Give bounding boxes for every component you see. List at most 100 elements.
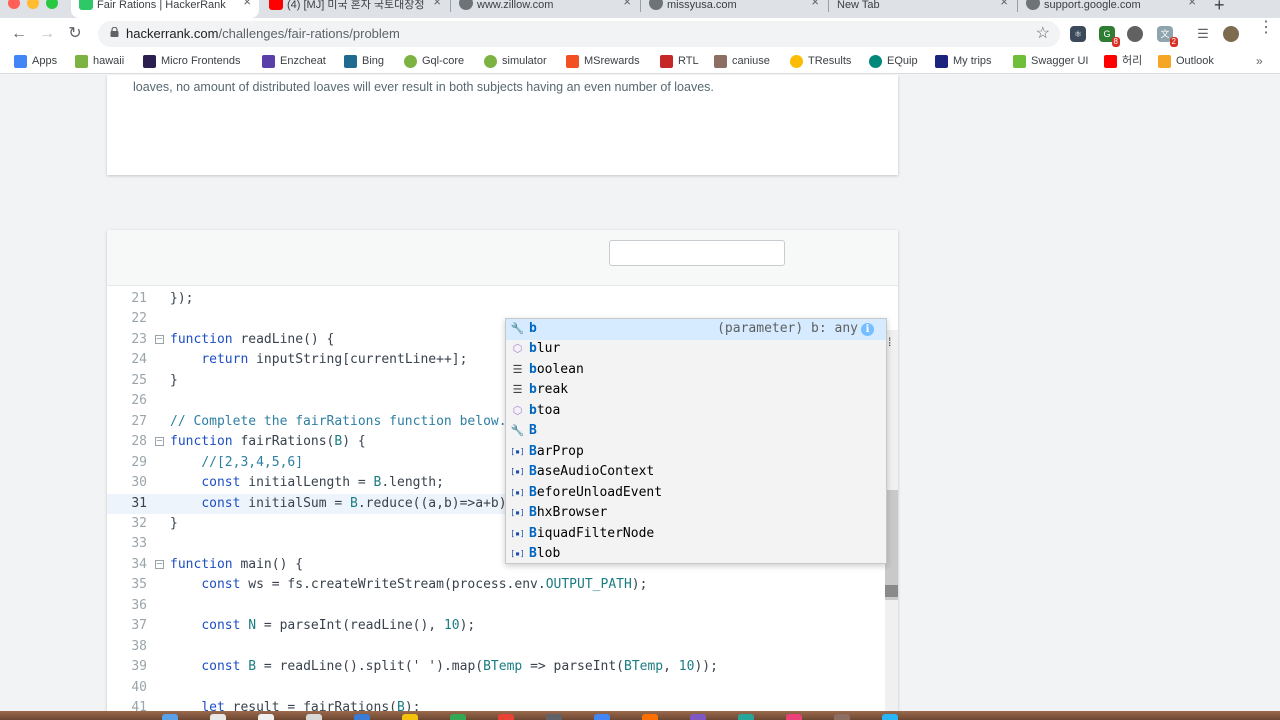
close-tab-icon[interactable]: × xyxy=(433,0,441,8)
suggestion-item[interactable]: [▪] BiquadFilterNode xyxy=(506,524,886,545)
line-number: 39 xyxy=(131,659,147,675)
back-button[interactable]: ← xyxy=(8,23,30,45)
bookmark-apps[interactable]: Apps xyxy=(14,54,57,70)
bookmark-hawaii[interactable]: hawaii xyxy=(75,54,124,70)
suggestion-item[interactable]: ☰ break xyxy=(506,380,886,401)
dock-app-icon[interactable] xyxy=(354,714,370,720)
suggestion-item[interactable]: [▪] BarProp xyxy=(506,442,886,463)
suggestion-item[interactable]: [▪] BeforeUnloadEvent xyxy=(506,483,886,504)
suggestion-label: blur xyxy=(529,339,560,359)
code-line[interactable]: 38 xyxy=(107,637,885,658)
suggestion-label: b xyxy=(529,319,537,339)
minimize-window-button[interactable] xyxy=(27,0,39,9)
circle-extension-icon[interactable] xyxy=(1127,26,1143,42)
youtube-icon xyxy=(1104,55,1117,68)
code-line[interactable]: 39 const B = readLine().split(' ').map(B… xyxy=(107,657,885,678)
dock-app-icon[interactable] xyxy=(690,714,706,720)
wrench-icon: 🔧 xyxy=(510,424,525,438)
address-bar[interactable]: hackerrank.com/challenges/fair-rations/p… xyxy=(98,21,1060,47)
code-line[interactable]: 21}); xyxy=(107,289,885,310)
dock-app-icon[interactable] xyxy=(450,714,466,720)
dock-app-icon[interactable] xyxy=(642,714,658,720)
cube-icon: ⬡ xyxy=(512,342,523,356)
bookmark-swagger-ui[interactable]: Swagger UI xyxy=(1013,54,1088,70)
tab-6[interactable]: support.google.com × xyxy=(1018,0,1204,18)
close-tab-icon[interactable]: × xyxy=(623,0,631,8)
tab-3[interactable]: www.zillow.com × xyxy=(451,0,639,18)
zoom-window-button[interactable] xyxy=(46,0,58,9)
fold-toggle-icon[interactable]: – xyxy=(155,437,164,447)
close-window-button[interactable] xyxy=(8,0,20,9)
reading-list-icon[interactable]: ☰ xyxy=(1195,26,1211,42)
line-number: 36 xyxy=(131,597,147,613)
line-number: 26 xyxy=(131,393,147,409)
dock-app-icon[interactable] xyxy=(162,714,178,720)
bookmarks-overflow-button[interactable]: » xyxy=(1256,54,1263,68)
bookmark-caniuse[interactable]: caniuse xyxy=(714,54,770,70)
dock-app-icon[interactable] xyxy=(786,714,802,720)
bookmark-msrewards[interactable]: MSrewards xyxy=(566,54,640,70)
dock-app-icon[interactable] xyxy=(210,714,226,720)
avatar[interactable] xyxy=(1223,26,1239,42)
tab-1[interactable]: Fair Rations | HackerRank × xyxy=(71,0,259,18)
bookmark-star-icon[interactable]: ☆ xyxy=(1036,23,1050,43)
fold-toggle-icon[interactable]: – xyxy=(155,559,164,569)
suggestion-item[interactable]: 🔧 b (parameter) b: any i xyxy=(506,319,886,340)
line-number: 24 xyxy=(131,352,147,368)
new-tab-button[interactable]: + xyxy=(1214,0,1225,16)
suggestion-match: b xyxy=(529,402,537,418)
suggestion-item[interactable]: [▪] Blob xyxy=(506,544,886,565)
language-select[interactable] xyxy=(609,240,785,266)
dock-app-icon[interactable] xyxy=(306,714,322,720)
dock-app-icon[interactable] xyxy=(402,714,418,720)
close-tab-icon[interactable]: × xyxy=(243,0,251,8)
octopus-icon xyxy=(660,55,673,68)
tab-2[interactable]: (4) [MJ] 미국 혼자 국토대장정 × xyxy=(261,0,449,18)
bookmark-equip[interactable]: EQuip xyxy=(869,54,918,70)
dock-app-icon[interactable] xyxy=(882,714,898,720)
code-line[interactable]: 35 const ws = fs.createWriteStream(proce… xyxy=(107,575,885,596)
reload-button[interactable]: ↻ xyxy=(64,23,86,45)
bookmark--[interactable]: 허리 xyxy=(1104,54,1142,70)
bookmark-rtl[interactable]: RTL xyxy=(660,54,699,70)
code-line[interactable]: 36 xyxy=(107,596,885,617)
dock-app-icon[interactable] xyxy=(594,714,610,720)
code-line[interactable]: 40 xyxy=(107,678,885,699)
translate-extension-icon[interactable]: 文2 xyxy=(1157,26,1178,47)
close-tab-icon[interactable]: × xyxy=(1188,0,1196,8)
autocomplete-popup[interactable]: 🔧 b (parameter) b: any i ⬡ blur ☰ boolean ☰ break… xyxy=(505,318,887,564)
bookmark-enzcheat[interactable]: Enzcheat xyxy=(262,54,326,70)
dock-app-icon[interactable] xyxy=(258,714,274,720)
bookmark-simulator[interactable]: simulator xyxy=(484,54,547,70)
tab-4[interactable]: missyusa.com × xyxy=(641,0,827,18)
code-line[interactable]: 37 const N = parseInt(readLine(), 10); xyxy=(107,616,885,637)
dock-app-icon[interactable] xyxy=(546,714,562,720)
dock-app-icon[interactable] xyxy=(834,714,850,720)
bookmark-micro-frontends[interactable]: Micro Frontends xyxy=(143,54,240,70)
suggestion-rest: aseAudioContext xyxy=(536,464,655,480)
dock-app-icon[interactable] xyxy=(498,714,514,720)
react-devtools-icon[interactable]: ⚛ xyxy=(1070,26,1086,42)
suggestion-item[interactable]: ⬡ btoa xyxy=(506,401,886,422)
suggestion-item[interactable]: ⬡ blur xyxy=(506,339,886,360)
grammarly-icon[interactable]: G8 xyxy=(1099,26,1120,47)
dock-app-icon[interactable] xyxy=(738,714,754,720)
suggestion-item[interactable]: 🔧 B xyxy=(506,421,886,442)
bookmark-tresults[interactable]: TResults xyxy=(790,54,851,70)
suggestion-item[interactable]: [▪] BaseAudioContext xyxy=(506,462,886,483)
close-tab-icon[interactable]: × xyxy=(1000,0,1008,8)
browser-menu-icon[interactable]: ⋮ xyxy=(1258,20,1274,36)
tab-5[interactable]: New Tab × xyxy=(829,0,1016,18)
bookmark-outlook[interactable]: Outlook xyxy=(1158,54,1214,70)
close-tab-icon[interactable]: × xyxy=(811,0,819,8)
info-icon[interactable]: i xyxy=(861,323,874,336)
suggestion-item[interactable]: ☰ boolean xyxy=(506,360,886,381)
forward-button[interactable]: → xyxy=(36,23,58,45)
suggestion-item[interactable]: [▪] BhxBrowser xyxy=(506,503,886,524)
bookmarks-bar: Apps hawaii Micro Frontends Enzcheat Bing Gql… xyxy=(0,50,1280,74)
bookmark-gql-core[interactable]: Gql-core xyxy=(404,54,464,70)
bookmark-bing[interactable]: Bing xyxy=(344,54,384,70)
tab-title: www.zillow.com xyxy=(477,0,554,11)
bookmark-my-trips[interactable]: My trips xyxy=(935,54,992,70)
fold-toggle-icon[interactable]: – xyxy=(155,334,164,344)
